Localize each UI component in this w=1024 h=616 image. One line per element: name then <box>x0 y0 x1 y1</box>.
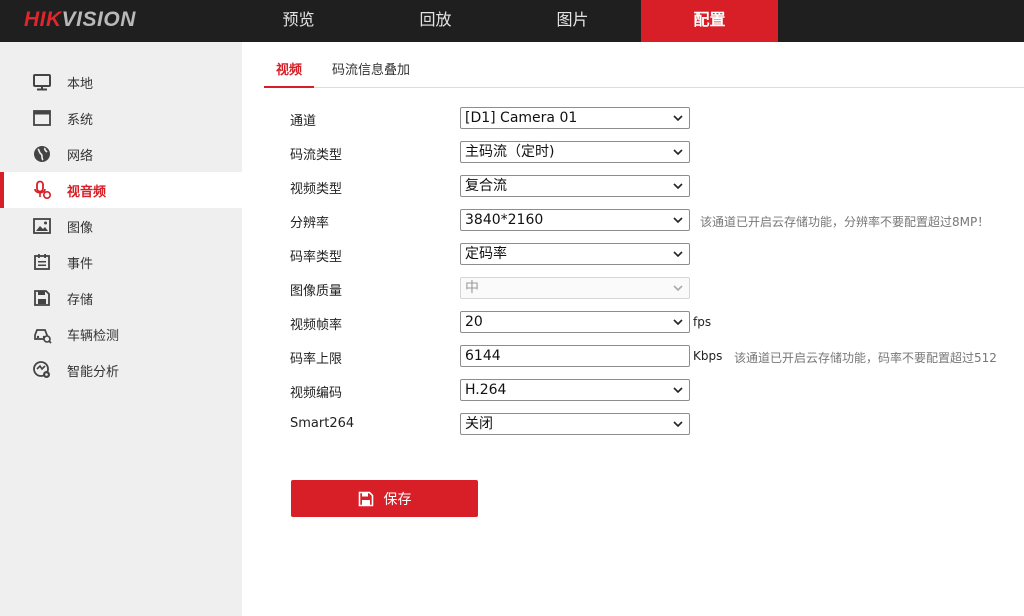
save-button[interactable]: 保存 <box>291 480 478 517</box>
top-bar: HIKVISION 预览 回放 图片 配置 <box>0 0 1024 42</box>
sidebar-item-video-audio[interactable]: 视音频 <box>0 172 242 208</box>
bitrate-type-select[interactable]: 定码率 <box>460 243 690 265</box>
sidebar-item-label: 网络 <box>67 148 94 164</box>
frame-rate-unit: fps <box>693 315 712 329</box>
sidebar-item-label: 事件 <box>67 256 94 272</box>
video-type-select[interactable]: 复合流 <box>460 175 690 197</box>
chevron-down-icon <box>673 387 683 394</box>
resolution-note: 该通道已开启云存储功能，分辨率不要配置超过8MP！ <box>700 215 990 229</box>
video-encoding-value: H.264 <box>465 382 507 398</box>
chevron-down-icon <box>673 183 683 190</box>
tab-preview[interactable]: 预览 <box>230 0 367 42</box>
brand-logo-part1: HIK <box>24 8 62 31</box>
window-icon <box>32 108 52 128</box>
channel-value: [D1] Camera 01 <box>465 110 578 126</box>
sidebar-item-event[interactable]: 事件 <box>0 244 242 280</box>
sidebar-item-label: 系统 <box>67 112 94 128</box>
save-icon <box>358 491 373 506</box>
sidebar-item-image[interactable]: 图像 <box>0 208 242 244</box>
resolution-value: 3840*2160 <box>465 212 544 228</box>
chevron-down-icon <box>673 251 683 258</box>
max-bitrate-note: 该通道已开启云存储功能，码率不要配置超过512 <box>734 351 997 365</box>
sidebar-item-local[interactable]: 本地 <box>0 64 242 100</box>
sidebar-item-network[interactable]: 网络 <box>0 136 242 172</box>
row-stream-type: 码流类型 主码流（定时) <box>242 141 1024 165</box>
brand-logo-part2: VISION <box>61 8 136 31</box>
chevron-down-icon <box>673 149 683 156</box>
row-frame-rate: 视频帧率 20 fps <box>242 311 1024 335</box>
chevron-down-icon <box>673 285 683 292</box>
sidebar: 本地 系统 网络 视音频 图像 事件 存储 车辆检测 智能分析 <box>0 42 242 616</box>
smart264-select[interactable]: 关闭 <box>460 413 690 435</box>
tab-picture[interactable]: 图片 <box>504 0 641 42</box>
chevron-down-icon <box>673 217 683 224</box>
sidebar-item-system[interactable]: 系统 <box>0 100 242 136</box>
sidebar-item-vehicle-detection[interactable]: 车辆检测 <box>0 316 242 352</box>
frame-rate-label: 视频帧率 <box>290 318 343 333</box>
floppy-icon <box>32 288 52 308</box>
channel-select[interactable]: [D1] Camera 01 <box>460 107 690 129</box>
image-icon <box>32 216 52 236</box>
monitor-icon <box>32 72 52 92</box>
row-smart264: Smart264 关闭 <box>242 413 1024 437</box>
image-quality-select: 中 <box>460 277 690 299</box>
bitrate-type-label: 码率类型 <box>290 250 343 265</box>
row-channel: 通道 [D1] Camera 01 <box>242 107 1024 131</box>
tab-configuration[interactable]: 配置 <box>641 0 778 42</box>
sidebar-item-label: 车辆检测 <box>67 328 120 344</box>
row-resolution: 分辨率 3840*2160 该通道已开启云存储功能，分辨率不要配置超过8MP！ <box>242 209 1024 233</box>
video-encoding-label: 视频编码 <box>290 386 343 401</box>
max-bitrate-unit: Kbps <box>693 349 723 363</box>
sidebar-item-label: 存储 <box>67 292 94 308</box>
row-image-quality: 图像质量 中 <box>242 277 1024 301</box>
chevron-down-icon <box>673 421 683 428</box>
sidebar-item-label: 智能分析 <box>67 364 120 380</box>
chevron-down-icon <box>673 319 683 326</box>
sidebar-item-smart-analysis[interactable]: 智能分析 <box>0 352 242 388</box>
stream-type-label: 码流类型 <box>290 148 343 163</box>
video-type-value: 复合流 <box>465 178 507 194</box>
sidebar-item-label: 本地 <box>67 76 94 92</box>
stream-type-select[interactable]: 主码流（定时) <box>460 141 690 163</box>
microphone-icon <box>32 180 52 200</box>
tab-playback[interactable]: 回放 <box>367 0 504 42</box>
sidebar-item-label: 图像 <box>67 220 94 236</box>
sidebar-item-storage[interactable]: 存储 <box>0 280 242 316</box>
car-icon <box>32 324 52 344</box>
calendar-icon <box>32 252 52 272</box>
main-content: 视频 码流信息叠加 通道 [D1] Camera 01 码流类型 主码流（定时)… <box>242 42 1024 616</box>
sidebar-item-label: 视音频 <box>67 184 107 200</box>
resolution-select[interactable]: 3840*2160 <box>460 209 690 231</box>
channel-label: 通道 <box>290 114 317 129</box>
frame-rate-value: 20 <box>465 314 483 330</box>
row-max-bitrate: 码率上限 Kbps 该通道已开启云存储功能，码率不要配置超过512 <box>242 345 1024 369</box>
brand-logo: HIKVISION <box>24 8 136 32</box>
video-encoding-select[interactable]: H.264 <box>460 379 690 401</box>
image-quality-value: 中 <box>465 280 479 296</box>
analysis-icon <box>32 360 52 380</box>
frame-rate-select[interactable]: 20 <box>460 311 690 333</box>
row-bitrate-type: 码率类型 定码率 <box>242 243 1024 267</box>
row-video-encoding: 视频编码 H.264 <box>242 379 1024 403</box>
smart264-label: Smart264 <box>290 416 355 431</box>
row-video-type: 视频类型 复合流 <box>242 175 1024 199</box>
top-nav: 预览 回放 图片 配置 <box>230 0 778 42</box>
globe-icon <box>32 144 52 164</box>
save-button-label: 保存 <box>383 491 412 508</box>
bitrate-type-value: 定码率 <box>465 246 507 262</box>
stream-type-value: 主码流（定时) <box>465 144 555 160</box>
smart264-value: 关闭 <box>465 416 493 432</box>
content-area: 视频 码流信息叠加 通道 [D1] Camera 01 码流类型 主码流（定时)… <box>242 42 1024 616</box>
tab-stream-overlay[interactable]: 码流信息叠加 <box>320 56 422 88</box>
chevron-down-icon <box>673 115 683 122</box>
resolution-label: 分辨率 <box>290 216 330 231</box>
video-type-label: 视频类型 <box>290 182 343 197</box>
max-bitrate-label: 码率上限 <box>290 352 343 367</box>
image-quality-label: 图像质量 <box>290 284 343 299</box>
tab-video[interactable]: 视频 <box>264 56 315 88</box>
sub-tabs: 视频 码流信息叠加 <box>264 56 1024 88</box>
max-bitrate-input[interactable] <box>460 345 690 367</box>
